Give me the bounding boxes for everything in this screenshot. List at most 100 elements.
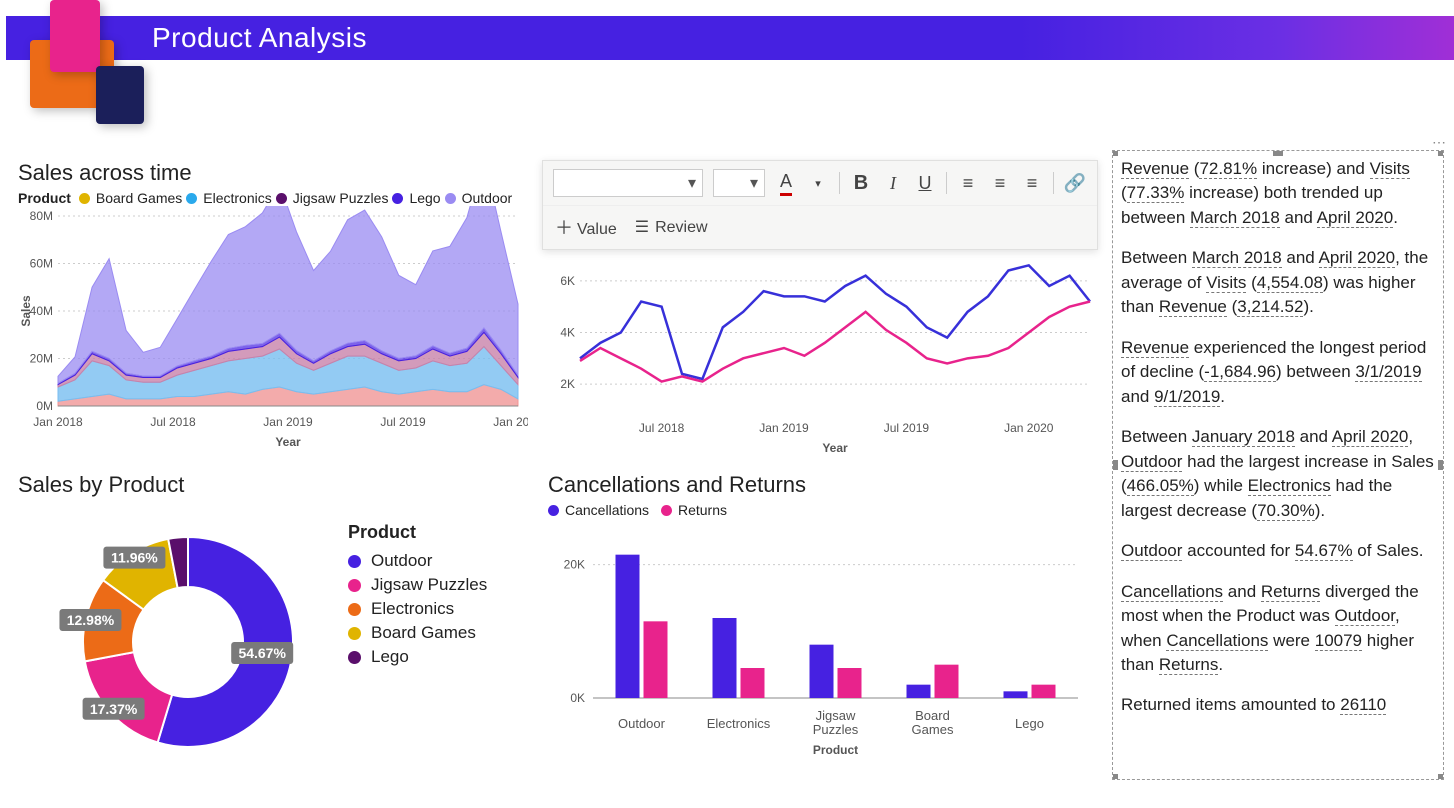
resize-handle[interactable] [1112,460,1118,470]
legend-dot-lego [392,193,403,204]
svg-text:4K: 4K [560,326,575,340]
legend-item[interactable]: Board Games [348,623,487,643]
more-options-icon[interactable]: ⋯ [1432,134,1448,151]
svg-text:20K: 20K [564,558,585,572]
svg-text:17.37%: 17.37% [90,701,138,717]
donut-plot: 54.67%17.37%12.98%11.96% [18,502,318,772]
svg-text:80M: 80M [30,209,53,223]
divider [1053,172,1054,194]
area-plot: 0M 20M 40M 60M 80M Jan 2018 Jul 2018 Jan 2019 Ju… [18,206,528,456]
legend-label: Product [18,190,71,206]
svg-text:Jan 2019: Jan 2019 [263,415,313,429]
link-button[interactable]: 🔗 [1064,173,1086,194]
header-bar: Product Analysis [6,16,1454,60]
insights-text-box[interactable]: Revenue (72.81% increase) and Visits (77… [1112,150,1444,780]
align-left-button[interactable]: ≡ [957,173,979,194]
legend-item: Electronics [203,190,271,206]
svg-text:Sales: Sales [19,295,33,327]
legend-label: Product [348,522,487,543]
bold-button[interactable]: B [850,172,872,195]
resize-handle[interactable] [1438,150,1444,156]
svg-text:Jul 2018: Jul 2018 [639,421,685,435]
donut-legend: Outdoor Jigsaw Puzzles Electronics Board Ga… [348,551,487,667]
divider [839,172,840,194]
value-label: Value [577,221,617,238]
legend-item: Jigsaw Puzzles [293,190,389,206]
review-label: Review [655,219,707,236]
svg-text:20M: 20M [30,352,53,366]
svg-text:0K: 0K [570,691,585,705]
plus-icon: ＋ [555,218,573,238]
svg-text:Jan 2018: Jan 2018 [33,415,83,429]
svg-text:0M: 0M [36,399,53,413]
resize-handle[interactable] [1273,150,1283,156]
align-right-button[interactable]: ≡ [1021,173,1043,194]
sales-across-time-chart[interactable]: Sales across time Product Board Games El… [18,160,528,460]
insight-paragraph: Revenue (72.81% increase) and Visits (77… [1121,157,1435,230]
cancellations-returns-chart[interactable]: Cancellations and Returns Cancellations … [548,472,1088,782]
chart-title: Cancellations and Returns [548,472,1088,498]
svg-text:Product: Product [813,743,858,757]
logo [18,0,138,130]
svg-text:2K: 2K [560,377,575,391]
font-color-chevron-icon[interactable]: ▾ [807,177,829,190]
resize-handle[interactable] [1112,150,1118,156]
sales-by-product-chart[interactable]: Sales by Product 54.67%17.37%12.98%11.96… [18,472,528,782]
legend-dot-board [79,193,90,204]
insight-paragraph: Revenue experienced the longest period o… [1121,336,1435,409]
svg-text:6K: 6K [560,274,575,288]
legend-dot-cancel [548,505,559,516]
legend-dot-outdoor [445,193,456,204]
svg-text:Lego: Lego [1015,716,1044,731]
svg-text:Jul 2019: Jul 2019 [884,421,930,435]
insight-paragraph: Returned items amounted to 26110 [1121,693,1435,717]
resize-handle[interactable] [1112,774,1118,780]
legend-item[interactable]: Outdoor [348,551,487,571]
insert-value-button[interactable]: ＋Value [555,214,617,240]
italic-button[interactable]: I [882,173,904,194]
logo-block-magenta [50,0,100,72]
list-icon: ☰ [635,219,649,236]
font-size-select[interactable]: ▾ [713,169,765,197]
legend-item[interactable]: Electronics [348,599,487,619]
svg-text:Puzzles: Puzzles [813,722,859,737]
legend-item: Returns [678,502,727,518]
font-family-select[interactable]: ▾ [553,169,703,197]
svg-text:Games: Games [912,722,954,737]
page-title: Product Analysis [152,22,367,54]
svg-text:40M: 40M [30,304,53,318]
svg-text:Electronics: Electronics [707,716,771,731]
legend-dot-electronics [186,193,197,204]
divider [946,172,947,194]
legend-dot-returns [661,505,672,516]
font-color-button[interactable]: A [775,171,797,196]
logo-block-navy [96,66,144,124]
legend-item: Outdoor [462,190,513,206]
legend-item[interactable]: Jigsaw Puzzles [348,575,487,595]
text-edit-toolbar: ▾ ▾ A ▾ B I U ≡ ≡ ≡ 🔗 ＋Value ☰ Review [542,160,1098,250]
insight-paragraph: Cancellations and Returns diverged the m… [1121,580,1435,678]
legend: Product Board Games Electronics Jigsaw P… [18,190,528,206]
chart-title: Sales across time [18,160,528,186]
svg-text:Board: Board [915,708,950,723]
insight-paragraph: Between January 2018 and April 2020, Out… [1121,425,1435,523]
resize-handle[interactable] [1438,774,1444,780]
svg-text:Jul 2019: Jul 2019 [380,415,426,429]
svg-text:60M: 60M [30,257,53,271]
resize-handle[interactable] [1438,460,1444,470]
svg-text:Outdoor: Outdoor [618,716,666,731]
svg-text:Jan 2020: Jan 2020 [493,415,528,429]
svg-text:54.67%: 54.67% [238,645,286,661]
svg-text:12.98%: 12.98% [67,612,115,628]
legend-item[interactable]: Lego [348,647,487,667]
svg-text:Year: Year [822,441,848,455]
svg-text:Jan 2019: Jan 2019 [759,421,809,435]
review-button[interactable]: ☰ Review [635,217,708,237]
svg-text:Jigsaw: Jigsaw [816,708,856,723]
svg-text:Jan 2020: Jan 2020 [1004,421,1054,435]
chart-title: Sales by Product [18,472,528,498]
underline-button[interactable]: U [914,173,936,194]
align-center-button[interactable]: ≡ [989,173,1011,194]
legend-item: Cancellations [565,502,649,518]
svg-text:Jul 2018: Jul 2018 [150,415,196,429]
